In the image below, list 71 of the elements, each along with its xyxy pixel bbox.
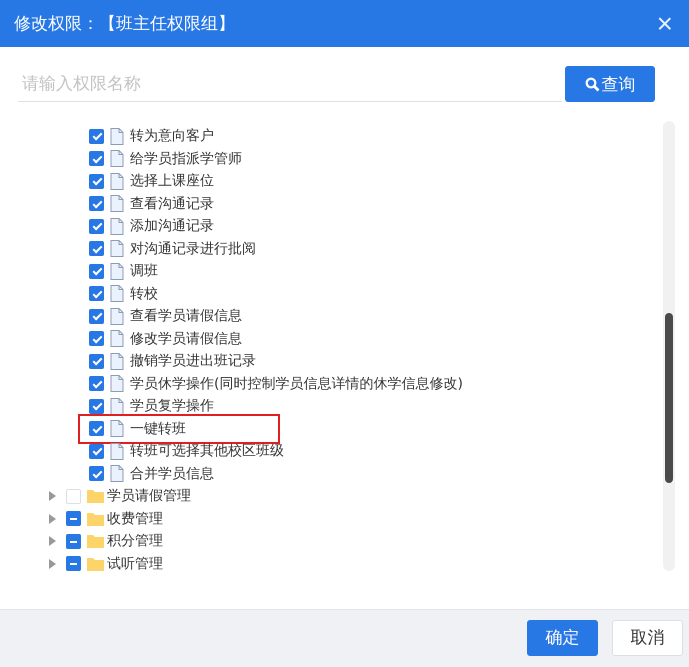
tree-node-label[interactable]: 添加沟通记录 (130, 217, 214, 236)
file-icon (110, 442, 124, 460)
checkbox[interactable] (89, 218, 104, 234)
file-icon (110, 150, 124, 168)
tree-node-label[interactable]: 查看沟通记录 (130, 194, 214, 213)
tree-node-label[interactable]: 对沟通记录进行批阅 (130, 240, 256, 258)
file-icon (110, 375, 124, 392)
tree-node-label[interactable]: 选择上课座位 (130, 172, 214, 190)
folder-icon (87, 556, 104, 571)
file-icon (110, 465, 124, 482)
file-icon (110, 218, 124, 235)
checkbox[interactable] (66, 556, 81, 572)
tree-node-label[interactable]: 合并学员信息 (130, 464, 214, 483)
checkbox[interactable] (66, 511, 81, 526)
tree-node-label[interactable]: 学员请假管理 (107, 487, 191, 506)
search-icon (584, 76, 600, 92)
tree-node-label[interactable]: 查看学员请假信息 (130, 307, 242, 326)
checkbox[interactable] (66, 534, 81, 549)
cancel-button[interactable]: 取消 (612, 620, 683, 656)
folder-icon (87, 512, 104, 526)
file-icon (110, 172, 124, 190)
tree-node-label[interactable]: 转为意向客户 (130, 127, 214, 146)
checkbox[interactable] (89, 174, 104, 189)
folder-icon (87, 534, 104, 548)
tree-node-label[interactable]: 修改学员请假信息 (130, 330, 242, 348)
file-icon (110, 195, 124, 212)
tree-node-label[interactable]: 转班可选择其他校区班级 (130, 442, 284, 460)
collapse-arrow-icon[interactable] (47, 536, 57, 546)
file-icon (110, 128, 124, 145)
checkbox[interactable] (89, 421, 104, 436)
tree-node-label[interactable]: 积分管理 (107, 532, 163, 550)
tree-node-label[interactable]: 收费管理 (107, 510, 163, 528)
file-icon (110, 240, 124, 258)
scrollbar[interactable] (663, 121, 675, 571)
checkbox[interactable] (89, 331, 104, 346)
close-button[interactable]: × (652, 10, 677, 38)
confirm-button[interactable]: 确定 (527, 620, 598, 656)
checkbox[interactable] (89, 308, 104, 324)
checkbox[interactable] (89, 128, 104, 144)
tree-node-label[interactable]: 调班 (130, 262, 158, 280)
scrollbar-thumb[interactable] (665, 313, 673, 483)
collapse-arrow-icon[interactable] (47, 491, 57, 502)
collapse-arrow-icon[interactable] (47, 558, 57, 569)
file-icon (110, 398, 124, 415)
checkbox[interactable] (89, 241, 104, 256)
tree-node-label[interactable]: 撤销学员进出班记录 (130, 352, 256, 370)
checkbox[interactable] (89, 466, 104, 482)
collapse-arrow-icon[interactable] (47, 514, 57, 524)
tree-node-label[interactable]: 试听管理 (107, 554, 163, 573)
checkbox[interactable] (89, 286, 104, 302)
tree-node-label[interactable]: 转校 (130, 284, 158, 303)
file-icon (110, 352, 124, 370)
tree-node-label[interactable]: 学员复学操作 (130, 397, 214, 416)
file-icon (110, 420, 124, 438)
checkbox[interactable] (89, 398, 104, 414)
checkbox[interactable] (89, 376, 104, 392)
search-button[interactable]: 查询 (565, 66, 655, 102)
file-icon (110, 285, 124, 302)
dialog-title: 修改权限：【班主任权限组】 (14, 13, 235, 35)
checkbox[interactable] (89, 151, 104, 166)
tree-node-label[interactable]: 学员休学操作(同时控制学员信息详情的休学信息修改) (130, 374, 463, 393)
file-icon (110, 262, 124, 280)
checkbox[interactable] (89, 264, 104, 279)
tree-node-label[interactable]: 给学员指派学管师 (130, 150, 242, 168)
folder-icon (87, 489, 104, 504)
checkbox[interactable] (89, 196, 104, 212)
file-icon (110, 330, 124, 348)
checkbox[interactable] (89, 354, 104, 369)
tree-node-label[interactable]: 一键转班 (130, 420, 186, 438)
file-icon (110, 308, 124, 325)
checkbox[interactable] (89, 444, 104, 459)
